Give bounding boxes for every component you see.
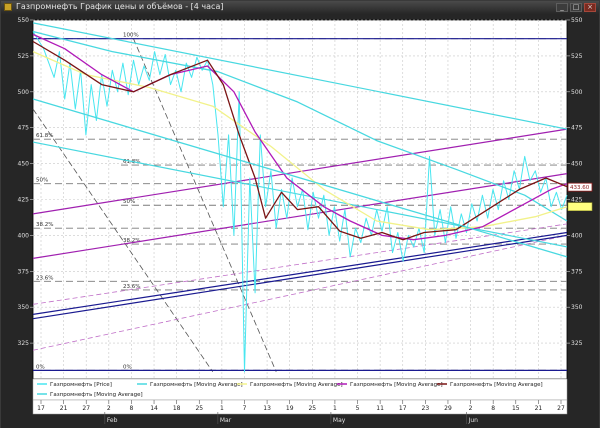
legend-label: Газпромнефть [Moving Average] [350, 382, 443, 388]
x-tick-label: 2 [469, 405, 473, 412]
y-tick-label-left: 325 [18, 340, 30, 347]
fib-label-left: 50% [36, 178, 48, 184]
y-tick-label-left: 350 [18, 304, 30, 311]
y-tick-label-right: 350 [571, 304, 583, 311]
x-tick-label: 21 [535, 405, 543, 412]
y-tick-label-left: 425 [18, 197, 30, 204]
y-tick-label-left: 525 [18, 53, 30, 60]
fib-label-right: 0% [123, 364, 132, 370]
x-tick-label: 23 [422, 405, 430, 412]
x-tick-label: 1 [333, 405, 337, 412]
fib-label-left: 38.2% [36, 222, 53, 228]
window-title: Газпромнефть График цены и объёмов - [4 … [16, 2, 224, 11]
x-tick-label: 18 [173, 405, 181, 412]
window-titlebar[interactable]: Газпромнефть График цены и объёмов - [4 … [1, 1, 599, 14]
y-tick-label-right: 550 [571, 17, 583, 24]
y-tick-label-left: 475 [18, 125, 30, 132]
y-tick-label-right: 525 [571, 53, 583, 60]
x-tick-label: 13 [263, 405, 271, 412]
minimize-button[interactable]: _ [556, 3, 568, 12]
month-label: Jun [468, 417, 479, 424]
ma-value-tag [567, 202, 593, 211]
y-tick-label-right: 450 [571, 161, 583, 168]
y-tick-label-left: 450 [18, 161, 30, 168]
window-controls: _ □ × [556, 3, 596, 12]
x-tick-label: 1 [220, 405, 224, 412]
x-tick-label: 19 [286, 405, 294, 412]
month-label: Mar [220, 417, 232, 424]
price-chart[interactable]: 100%61.8%50%38.2%23.6%0%61.8%50%38.2%23.… [1, 14, 599, 428]
fib-label-left: 0% [36, 364, 45, 370]
y-tick-label-left: 375 [18, 268, 30, 275]
x-tick-label: 8 [130, 405, 134, 412]
close-button[interactable]: × [584, 3, 596, 12]
x-tick-label: 15 [512, 405, 520, 412]
chart-window: Газпромнефть График цены и объёмов - [4 … [0, 0, 600, 428]
x-tick-label: 11 [376, 405, 384, 412]
y-tick-label-left: 550 [18, 17, 30, 24]
x-tick-label: 27 [82, 405, 90, 412]
legend-label: Газпромнефть [Moving Average] [250, 382, 343, 388]
date-axis-box [32, 399, 568, 415]
maximize-button[interactable]: □ [570, 3, 582, 12]
y-tick-label-left: 400 [18, 232, 30, 239]
x-tick-label: 21 [60, 405, 68, 412]
fib-label-left: 100% [123, 33, 139, 39]
fib-label-left: 23.6% [36, 275, 53, 281]
x-tick-label: 17 [37, 405, 45, 412]
app-icon [4, 3, 12, 11]
last-price-label: 433.60 [570, 185, 590, 191]
fib-label-left: 61.8% [36, 133, 53, 139]
x-tick-label: 25 [308, 405, 316, 412]
legend: Газпромнефть [Price] Газпромнефть [Moving… [32, 378, 568, 401]
x-tick-label: 27 [557, 405, 565, 412]
y-tick-label-left: 500 [18, 89, 30, 96]
y-tick-label-right: 500 [571, 89, 583, 96]
x-tick-label: 29 [444, 405, 452, 412]
x-tick-label: 2 [107, 405, 111, 412]
month-label: May [333, 417, 346, 424]
x-tick-label: 25 [195, 405, 203, 412]
x-tick-label: 7 [243, 405, 247, 412]
fib-label-right: 50% [123, 199, 135, 205]
y-tick-label-right: 375 [571, 268, 583, 275]
legend-label: Газпромнефть [Moving Average] [450, 382, 543, 388]
legend-label: Газпромнефть [Moving Average] [150, 382, 243, 388]
x-tick-label: 14 [150, 405, 158, 412]
x-tick-label: 5 [356, 405, 360, 412]
month-label: Feb [107, 417, 118, 424]
y-tick-label-right: 475 [571, 125, 583, 132]
x-tick-label: 17 [399, 405, 407, 412]
y-tick-label-right: 400 [571, 232, 583, 239]
legend-label: Газпромнефть [Price] [50, 382, 112, 388]
y-tick-label-right: 325 [571, 340, 583, 347]
x-tick-label: 8 [491, 405, 495, 412]
legend-label: Газпромнефть [Moving Average] [50, 392, 143, 398]
